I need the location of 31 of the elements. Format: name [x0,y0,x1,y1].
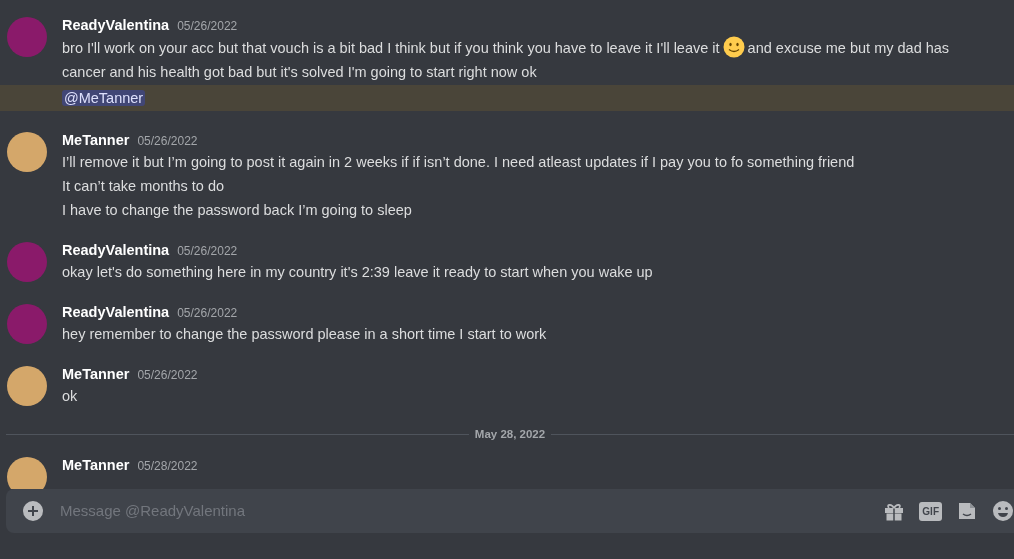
message-text: and excuse me but my dad has [747,40,950,56]
username[interactable]: ReadyValentina [62,302,170,322]
gif-button[interactable]: GIF [919,501,942,521]
date-divider-label: May 28, 2022 [473,427,547,442]
username[interactable]: MeTanner [62,455,130,476]
username[interactable]: MeTanner [62,130,130,150]
emoji-icon[interactable] [992,500,1014,522]
message-text: ok [62,388,78,404]
timestamp: 05/26/2022 [137,367,198,384]
message-text: I have to change the password back I’m going to sleep [62,202,412,218]
avatar[interactable] [7,457,47,489]
timestamp: 05/26/2022 [137,133,198,150]
message-text: It can’t take months to do [62,178,224,194]
timestamp: 05/26/2022 [177,18,238,35]
message-text: cancer and his health got bad but it's solved I'm going to start right now ok [62,64,537,80]
username[interactable]: ReadyValentina [62,240,170,260]
message-text: hey remember to change the password please in a short time I start to work [62,326,547,342]
smiley-emoji-icon [722,36,745,58]
timestamp: 05/26/2022 [177,243,238,260]
username[interactable]: MeTanner [62,364,130,384]
avatar[interactable] [7,132,47,172]
sticker-icon[interactable] [956,500,978,522]
avatar[interactable] [7,366,47,406]
add-icon[interactable] [22,500,44,522]
user-mention[interactable]: @MeTanner [62,90,146,106]
timestamp: 05/26/2022 [177,305,238,322]
message-text: bro I'll work on your acc but that vouch is a bit bad I think but if you think you have to leave it I'll leave it [62,40,720,56]
username[interactable]: ReadyValentina [62,15,170,35]
message-text: okay let's do something here in my country it's 2:39 leave it ready to start when you wake up [62,264,653,280]
timestamp: 05/28/2022 [137,458,198,476]
message-text: I’ll remove it but I’m going to post it again in 2 weeks if if isn’t done. I need atleast updates if I pay you to fo something friend [62,154,855,170]
